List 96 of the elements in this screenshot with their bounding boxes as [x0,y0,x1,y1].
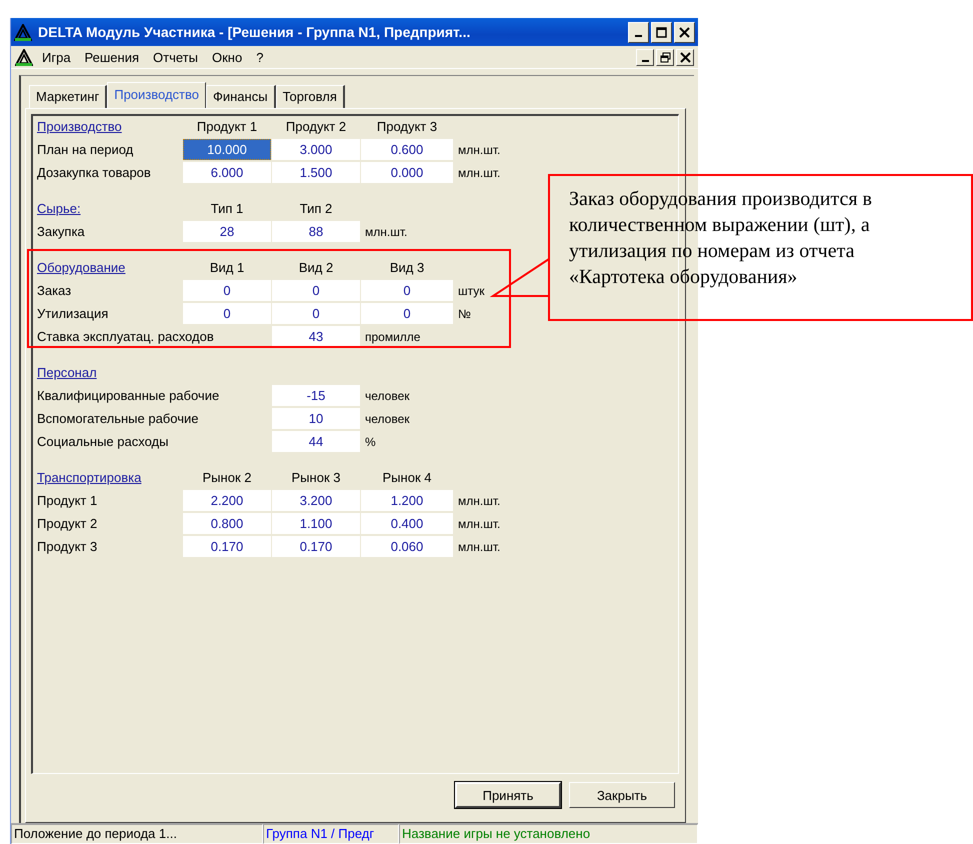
close-icon [680,52,690,62]
section-link[interactable]: Персонал [37,362,97,384]
input-field[interactable]: 0.060 [361,536,453,557]
column-header: Вид 1 [208,259,246,277]
field-label: Ставка эксплуатац. расходов [37,329,214,344]
input-field[interactable]: 1.200 [361,490,453,511]
column-header: Продукт 2 [284,118,348,136]
unit-label: млн.шт. [458,540,500,554]
column-header: Продукт 3 [376,118,438,136]
field-label: Социальные расходы [37,434,168,449]
input-field[interactable]: 0.400 [361,513,453,534]
tab[interactable]: Маркетинг [29,85,108,108]
input-field[interactable]: 0.000 [361,162,453,183]
dialog-button[interactable]: Принять [455,782,561,808]
column-header: Рынок 2 [202,469,252,487]
column-header: Рынок 4 [382,469,432,487]
input-field[interactable]: 3.000 [272,139,360,160]
section-link[interactable]: Сырье: [37,198,81,220]
logo-icon [15,48,33,66]
input-field[interactable]: 6.000 [183,162,271,183]
input-field[interactable]: 0.800 [183,513,271,534]
menu-item[interactable]: Решения [80,50,144,64]
field-label: Заказ [37,283,72,298]
column-header: Тип 1 [210,200,244,218]
logo-icon [14,24,32,40]
input-field[interactable]: 0.170 [272,536,360,557]
field-label: Продукт 2 [37,516,98,531]
unit-label: млн.шт. [365,225,408,239]
field-label: Продукт 3 [37,539,98,554]
section-link[interactable]: Производство [37,116,122,138]
close-button[interactable] [676,48,694,66]
column-header: Вид 2 [298,259,334,277]
maximize-button[interactable] [651,22,672,42]
window-title: DELTA Модуль Участника - [Решения - Группа N1, Предприят... [38,24,472,40]
input-field[interactable]: 0 [183,303,271,324]
input-field[interactable]: 10.000 [183,139,271,160]
menu-item[interactable]: ? [251,50,268,64]
menu-item[interactable]: Окно [206,50,248,64]
close-button[interactable] [674,22,695,42]
unit-label: млн.шт. [458,166,500,180]
column-header: Тип 2 [298,200,334,218]
maximize-icon [656,26,667,38]
status-pane: Положение до периода 1... [11,824,263,844]
unit-label: № [458,307,471,321]
input-field[interactable]: -15 [272,385,360,406]
status-pane: Название игры не установлено [399,824,698,844]
menu-item[interactable]: Игра [37,50,76,64]
minimize-button[interactable] [636,48,654,66]
field-label: План на период [37,142,134,157]
input-field[interactable]: 2.200 [183,490,271,511]
section-link[interactable]: Оборудование [37,257,126,279]
unit-label: млн.шт. [458,494,500,508]
unit-label: млн.шт. [458,143,500,157]
menu-item[interactable]: Отчеты [148,50,203,64]
unit-label: промилле [365,330,420,344]
tab[interactable]: Финансы [206,85,276,108]
input-field[interactable]: 1.500 [272,162,360,183]
tab[interactable]: Производство [107,82,206,108]
minimize-icon [635,35,642,37]
unit-label: штук [458,284,485,298]
field-label: Вспомогательные рабочие [37,411,198,426]
tab[interactable]: Торговля [276,85,345,108]
input-field[interactable]: 28 [183,221,271,242]
field-label: Утилизация [37,306,108,321]
restore-icon [660,52,670,62]
minimize-button[interactable] [628,22,649,42]
unit-label: млн.шт. [458,517,500,531]
column-header: Продукт 1 [196,118,258,136]
field-label: Квалифицированные рабочие [37,388,220,403]
input-field[interactable]: 0.600 [361,139,453,160]
input-field[interactable]: 0 [272,280,360,301]
unit-label: человек [365,389,410,403]
minimize-icon [642,60,648,62]
field-label: Дозакупка товаров [37,165,151,180]
input-field[interactable]: 43 [272,326,360,347]
input-field[interactable]: 10 [272,408,360,429]
status-pane: Группа N1 / Предг [263,824,399,844]
field-label: Закупка [37,224,85,239]
unit-label: человек [365,412,410,426]
input-field[interactable]: 0 [272,303,360,324]
field-label: Продукт 1 [37,493,98,508]
input-field[interactable]: 0 [361,280,453,301]
unit-label: % [365,435,376,449]
input-field[interactable]: 3.200 [272,490,360,511]
restore-button[interactable] [656,48,674,66]
input-field[interactable]: 44 [272,431,360,452]
dialog-button[interactable]: Закрыть [569,782,675,808]
column-header: Вид 3 [388,259,426,277]
input-field[interactable]: 1.100 [272,513,360,534]
column-header: Рынок 3 [290,469,342,487]
section-link[interactable]: Транспортировка [37,467,142,489]
input-field[interactable]: 88 [272,221,360,242]
input-field[interactable]: 0 [183,280,271,301]
input-field[interactable]: 0.170 [183,536,271,557]
input-field[interactable]: 0 [361,303,453,324]
close-icon [679,26,690,38]
